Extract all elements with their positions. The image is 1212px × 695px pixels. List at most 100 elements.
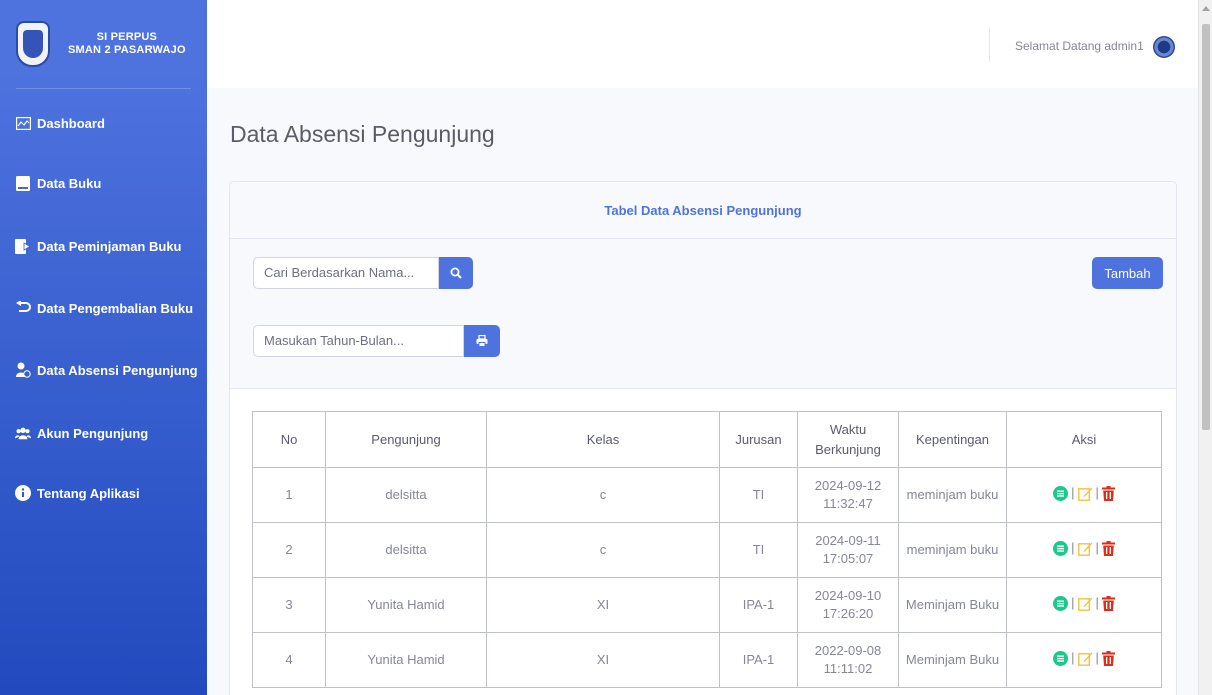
trash-icon[interactable] — [1101, 595, 1115, 611]
column-header-pengunjung: Pengunjung — [325, 411, 487, 468]
detail-icon[interactable] — [1053, 485, 1069, 501]
scrollbar-thumb[interactable] — [1202, 24, 1210, 430]
topbar-divider — [989, 28, 990, 62]
column-header-kepentingan: Kepentingan — [898, 411, 1007, 468]
sidebar-item-data-absensi-pengunjung[interactable]: Data Absensi Pengunjung — [15, 362, 198, 378]
cell-date: 2024-09-12 — [814, 478, 882, 493]
edit-icon[interactable] — [1077, 596, 1093, 611]
cell-aksi: | | — [1006, 467, 1162, 523]
filters-panel: Cari Berdasarkan Nama... Tambah Masukan … — [230, 239, 1176, 389]
trash-icon[interactable] — [1101, 650, 1115, 666]
sidebar-item-label: Data Peminjaman Buku — [37, 238, 182, 254]
column-header-kelas: Kelas — [486, 411, 720, 468]
cell-kepentingan: meminjam buku — [898, 522, 1007, 578]
trash-icon[interactable] — [1101, 540, 1115, 556]
sidebar: SI PERPUS SMAN 2 PASARWAJO Dashboard Dat… — [0, 0, 207, 695]
separator: | — [1095, 595, 1099, 611]
cell-no: 1 — [252, 467, 326, 523]
main-content: Data Absensi Pengunjung Tabel Data Absen… — [207, 88, 1198, 695]
separator: | — [1071, 540, 1075, 556]
cell-kelas: XI — [486, 577, 720, 633]
sidebar-item-data-pengembalian-buku[interactable]: Data Pengembalian Buku — [15, 300, 193, 316]
table-row: 1 delsitta c TI 2024-09-12 11:32:47 memin… — [252, 467, 1162, 523]
detail-icon[interactable] — [1053, 650, 1069, 666]
edit-icon[interactable] — [1077, 651, 1093, 666]
welcome-text[interactable]: Selamat Datang admin1 — [1015, 39, 1144, 53]
cell-date: 2024-09-11 — [815, 533, 881, 548]
attendance-card: Tabel Data Absensi Pengunjung Cari Berda… — [229, 181, 1177, 695]
cell-pengunjung: Yunita Hamid — [325, 577, 487, 633]
cell-kepentingan: Meminjam Buku — [898, 632, 1007, 688]
info-circle-icon — [15, 485, 31, 501]
edit-icon[interactable] — [1077, 541, 1093, 556]
cell-date: 2024-09-10 — [814, 588, 882, 603]
column-header-aksi: Aksi — [1006, 411, 1162, 468]
brand-text: SI PERPUS SMAN 2 PASARWAJO — [68, 31, 186, 57]
page-title: Data Absensi Pengunjung — [230, 121, 495, 147]
trash-icon[interactable] — [1101, 485, 1115, 501]
school-logo — [16, 21, 50, 67]
sidebar-brand[interactable]: SI PERPUS SMAN 2 PASARWAJO — [0, 0, 207, 88]
cell-waktu: 2024-09-11 17:05:07 — [797, 522, 899, 578]
cell-no: 4 — [252, 632, 326, 688]
sidebar-item-label: Akun Pengunjung — [37, 425, 149, 441]
sidebar-item-label: Tentang Aplikasi — [37, 485, 140, 501]
detail-icon[interactable] — [1053, 595, 1069, 611]
cell-waktu: 2024-09-12 11:32:47 — [797, 467, 899, 523]
table-row: 4 Yunita Hamid XI IPA-1 2022-09-08 11:11:… — [252, 632, 1162, 688]
sidebar-item-label: Data Buku — [37, 175, 102, 191]
column-header-line: Berkunjung — [815, 441, 881, 457]
sidebar-item-tentang-aplikasi[interactable]: Tentang Aplikasi — [15, 485, 140, 501]
cell-date: 2022-09-08 — [814, 643, 882, 658]
cell-kelas: c — [486, 467, 720, 523]
cell-pengunjung: delsitta — [325, 467, 487, 523]
sidebar-item-data-buku[interactable]: Data Buku — [15, 175, 101, 191]
table-row: 3 Yunita Hamid XI IPA-1 2024-09-10 17:26:… — [252, 577, 1162, 633]
sign-in-icon — [15, 238, 31, 254]
cell-kelas: c — [486, 522, 720, 578]
cell-aksi: | | — [1006, 577, 1162, 633]
sidebar-item-akun-pengunjung[interactable]: Akun Pengunjung — [15, 425, 148, 441]
brand-line-2: SMAN 2 PASARWAJO — [68, 44, 186, 56]
cell-pengunjung: delsitta — [325, 522, 487, 578]
print-button[interactable] — [464, 325, 500, 357]
cell-no: 3 — [252, 577, 326, 633]
sidebar-item-label: Data Absensi Pengunjung — [37, 362, 198, 378]
cell-kelas: XI — [486, 632, 720, 688]
cell-jurusan: TI — [719, 467, 798, 523]
edit-icon[interactable] — [1077, 486, 1093, 501]
undo-icon — [15, 300, 31, 316]
search-input[interactable]: Cari Berdasarkan Nama... — [253, 257, 439, 289]
user-clock-icon — [15, 362, 31, 378]
print-icon — [476, 335, 488, 347]
book-icon — [15, 175, 31, 191]
scroll-up-arrow-icon[interactable] — [1202, 6, 1210, 11]
sidebar-item-data-peminjaman-buku[interactable]: Data Peminjaman Buku — [15, 238, 182, 254]
attendance-table: No Pengunjung Kelas Jurusan Waktu Berkun… — [252, 411, 1162, 688]
search-button[interactable] — [439, 257, 473, 289]
detail-icon[interactable] — [1053, 540, 1069, 556]
add-button[interactable]: Tambah — [1092, 257, 1163, 289]
cell-jurusan: IPA-1 — [719, 577, 798, 633]
sidebar-item-label: Data Pengembalian Buku — [37, 300, 194, 316]
separator: | — [1095, 485, 1099, 501]
cell-no: 2 — [252, 522, 326, 578]
cell-time: 17:05:07 — [822, 551, 874, 566]
avatar[interactable] — [1153, 36, 1175, 58]
month-input[interactable]: Masukan Tahun-Bulan... — [253, 325, 464, 357]
column-header-no: No — [252, 411, 326, 468]
page-scrollbar[interactable] — [1198, 0, 1212, 695]
separator: | — [1071, 485, 1075, 501]
cell-jurusan: IPA-1 — [719, 632, 798, 688]
cell-time: 17:26:20 — [822, 606, 874, 621]
card-header: Tabel Data Absensi Pengunjung — [230, 182, 1176, 239]
table-row: 2 delsitta c TI 2024-09-11 17:05:07 memin… — [252, 522, 1162, 578]
cell-pengunjung: Yunita Hamid — [325, 632, 487, 688]
cell-kepentingan: meminjam buku — [898, 467, 1007, 523]
cell-time: 11:11:02 — [823, 661, 873, 676]
separator: | — [1095, 650, 1099, 666]
separator: | — [1071, 650, 1075, 666]
separator: | — [1071, 595, 1075, 611]
cell-time: 11:32:47 — [823, 496, 873, 511]
sidebar-item-dashboard[interactable]: Dashboard — [15, 115, 105, 131]
